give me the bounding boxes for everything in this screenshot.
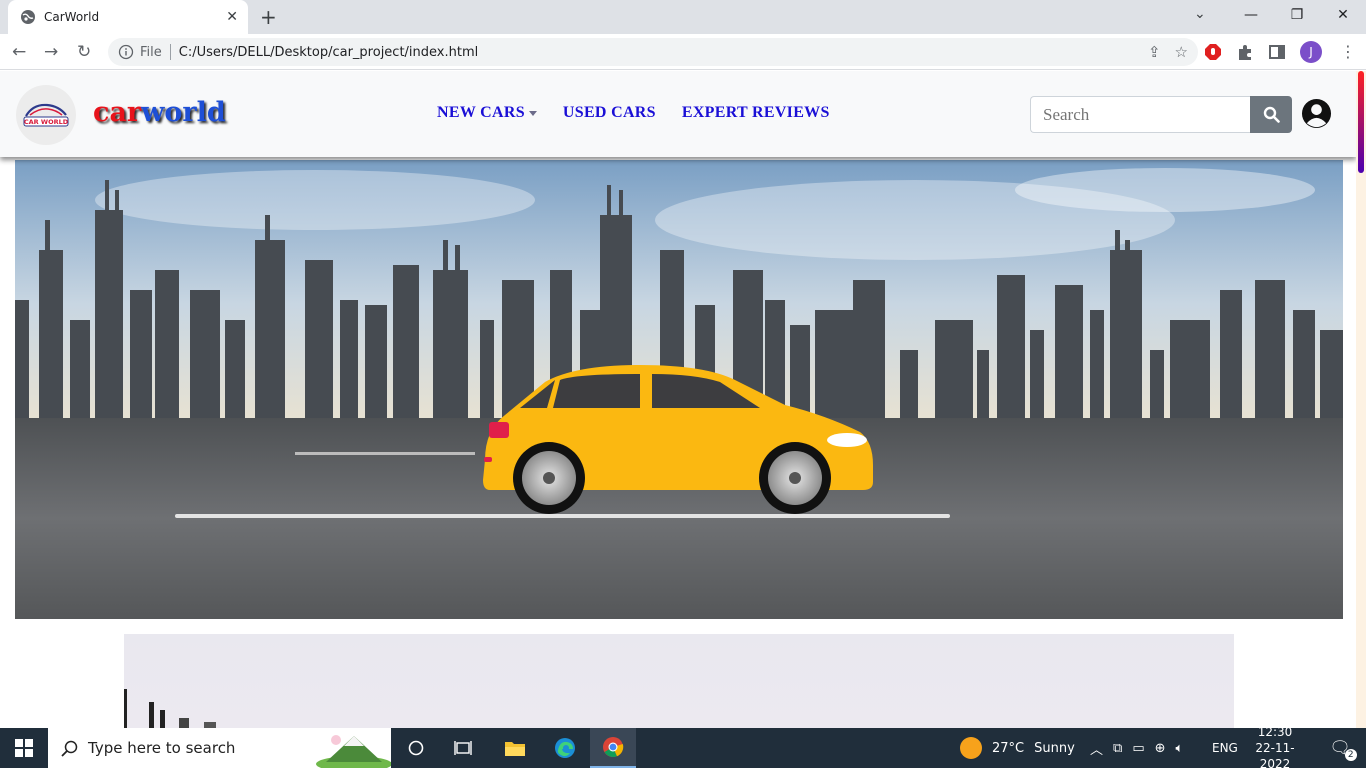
minimize-button[interactable]: — (1228, 0, 1274, 30)
weather-widget[interactable]: 27°C Sunny (960, 728, 1075, 768)
brand-part-car: car (93, 97, 142, 128)
profile-avatar[interactable]: J (1300, 41, 1322, 63)
address-bar[interactable]: File C:/Users/DELL/Desktop/car_project/i… (108, 38, 1198, 66)
tab-search-chevron-icon[interactable]: ⌄ (1194, 6, 1206, 22)
clock-time: 12:30 (1257, 725, 1293, 739)
search-icon (1263, 106, 1280, 123)
taskbar-search-box[interactable]: Type here to search (48, 728, 391, 768)
url-text[interactable]: C:/Users/DELL/Desktop/car_project/index.… (179, 45, 478, 60)
close-window-button[interactable]: ✕ (1320, 0, 1366, 30)
search-highlight-illustration (316, 735, 391, 768)
start-button[interactable] (0, 728, 48, 768)
nav-used-cars[interactable]: USED CARS (563, 104, 656, 122)
bookmark-star-icon[interactable]: ☆ (1175, 43, 1188, 61)
brand-name[interactable]: carworld (93, 97, 226, 128)
file-scheme-label: File (140, 44, 162, 60)
page-scrollbar[interactable] (1356, 71, 1366, 728)
show-hidden-icons-chevron-icon[interactable]: ︿ (1090, 739, 1103, 758)
browser-tab[interactable]: CarWorld ✕ (8, 0, 248, 34)
extension-icons: J (1204, 41, 1322, 63)
task-view-icon (454, 741, 472, 755)
dropdown-caret-icon (528, 110, 537, 116)
nav-new-cars[interactable]: NEW CARS (437, 104, 537, 122)
folder-icon (505, 742, 525, 756)
forward-arrow-icon[interactable]: → (44, 42, 58, 62)
meet-now-icon[interactable]: ⧉ (1113, 741, 1122, 756)
address-separator (169, 44, 171, 60)
side-panel-icon[interactable] (1268, 43, 1286, 61)
edge-browser-button[interactable] (542, 728, 588, 768)
reload-icon[interactable]: ↻ (77, 42, 91, 62)
user-account-icon[interactable] (1301, 98, 1332, 129)
volume-icon[interactable]: 🔈︎ (1176, 741, 1184, 756)
scrollbar-thumb[interactable] (1358, 71, 1364, 173)
adblock-extension-icon[interactable] (1204, 43, 1222, 61)
window-controls: — ❐ ✕ (1228, 0, 1366, 34)
brand-part-world: world (141, 97, 226, 128)
clock-date: 22-11-2022 (1255, 741, 1295, 771)
notification-count-badge: 2 (1344, 749, 1357, 761)
edge-icon (555, 738, 575, 758)
chrome-icon (603, 737, 624, 757)
puzzle-extensions-icon[interactable] (1236, 43, 1254, 61)
tab-title: CarWorld (44, 10, 100, 24)
skyline-silhouette-illustration (124, 689, 216, 728)
cortana-circle-icon (408, 740, 424, 756)
file-explorer-button[interactable] (492, 728, 538, 768)
sun-icon (960, 737, 982, 759)
notification-center-button[interactable]: 🗨︎ 2 (1320, 728, 1360, 768)
browser-titlebar: CarWorld ✕ + ⌄ — ❐ ✕ (0, 0, 1366, 34)
chrome-browser-button[interactable] (590, 728, 636, 768)
more-menu-icon[interactable]: ⋮ (1340, 42, 1356, 61)
cortana-button[interactable] (396, 728, 436, 768)
web-page: CAR WORLD carworld NEW CARS USED CARS EX… (0, 71, 1356, 728)
back-arrow-icon[interactable]: ← (12, 42, 26, 62)
info-icon[interactable] (118, 44, 134, 60)
taskbar-search-placeholder: Type here to search (88, 739, 236, 757)
hero-banner (15, 160, 1343, 619)
close-tab-icon[interactable]: ✕ (226, 9, 238, 25)
taskbar-clock[interactable]: 12:30 22-11-2022 (1248, 725, 1302, 771)
nav-expert-reviews[interactable]: EXPERT REVIEWS (682, 104, 830, 122)
city-road-car-illustration (15, 160, 1343, 619)
browser-toolbar: ← → ↻ File C:/Users/DELL/Desktop/car_pro… (0, 34, 1366, 70)
restore-button[interactable]: ❐ (1274, 0, 1320, 30)
weather-condition: Sunny (1034, 740, 1075, 756)
input-language-indicator[interactable]: ENG (1212, 728, 1238, 768)
share-icon[interactable]: ⇪ (1148, 43, 1161, 61)
windows-logo-icon (15, 739, 33, 757)
notification-icon: 🗨︎ 2 (1329, 738, 1357, 761)
new-tab-button[interactable]: + (260, 5, 277, 29)
task-view-button[interactable] (443, 728, 483, 768)
omnibox-actions: ⇪ ☆ (1148, 43, 1188, 61)
car-logo-icon: CAR WORLD (23, 103, 69, 127)
nav-new-cars-label: NEW CARS (437, 104, 525, 121)
second-banner (124, 634, 1234, 728)
weather-temperature: 27°C (992, 740, 1025, 756)
search-icon (61, 740, 78, 757)
site-navbar: CAR WORLD carworld NEW CARS USED CARS EX… (0, 71, 1356, 157)
search-button[interactable] (1250, 96, 1292, 133)
system-tray-icons: ︿ ⧉ ▭ ⊕ 🔈︎ (1090, 728, 1183, 768)
site-logo[interactable]: CAR WORLD (16, 85, 76, 145)
battery-icon[interactable]: ▭ (1132, 741, 1144, 756)
network-globe-icon[interactable]: ⊕ (1155, 741, 1166, 756)
globe-icon (21, 10, 35, 24)
windows-taskbar: Type here to search 27°C Sunny ︿ ⧉ ▭ ⊕ 🔈… (0, 725, 1366, 771)
site-search-input[interactable] (1030, 96, 1250, 133)
main-nav: NEW CARS USED CARS EXPERT REVIEWS (437, 104, 830, 122)
logo-text: CAR WORLD (24, 118, 69, 126)
